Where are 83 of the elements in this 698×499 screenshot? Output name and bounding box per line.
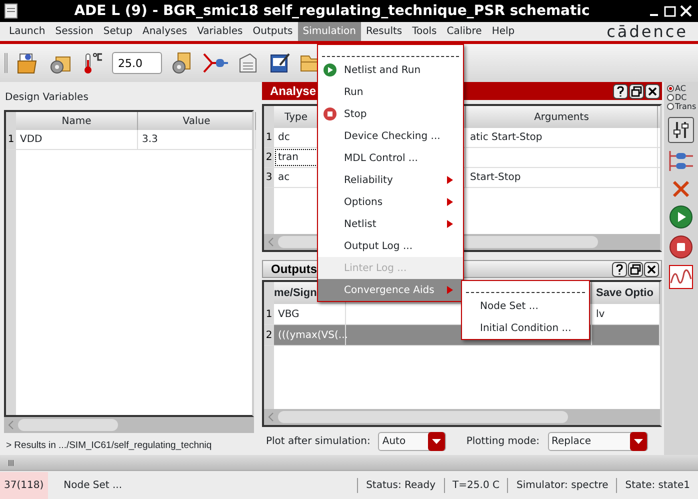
table-cell-text: 3.3 xyxy=(142,133,158,147)
row-header[interactable]: 1 xyxy=(6,130,16,149)
row-header[interactable]: 2 xyxy=(264,325,274,345)
connectors-icon[interactable] xyxy=(668,149,694,173)
menu-item[interactable]: Reliability xyxy=(318,169,463,191)
status-count: 37(118) xyxy=(0,472,48,498)
results-path: > Results in .../SIM_IC61/self_regulating_techniq xyxy=(5,438,213,453)
menu-item[interactable]: Run xyxy=(318,81,463,103)
menu-item[interactable]: Analyses xyxy=(137,22,192,41)
caret-icon xyxy=(630,432,647,450)
status-field: State: state1 xyxy=(616,478,698,492)
restore-icon[interactable] xyxy=(628,262,643,276)
column-header: Type xyxy=(284,110,308,124)
close-icon[interactable] xyxy=(644,262,659,276)
edit-document-icon[interactable] xyxy=(268,51,292,75)
menu-item[interactable]: Netlist and Run xyxy=(318,59,463,81)
menu-item[interactable]: Session xyxy=(50,22,98,41)
radio-button[interactable]: DC xyxy=(667,93,696,102)
table-cell[interactable]: VBG xyxy=(274,304,346,324)
sliders-icon[interactable] xyxy=(668,117,694,143)
status-field: Simulator: spectre xyxy=(507,478,616,492)
menu-item[interactable]: Variables xyxy=(192,22,248,41)
run-icon[interactable] xyxy=(669,205,693,229)
logo: cādence xyxy=(606,20,689,42)
delete-icon[interactable] xyxy=(671,179,691,199)
caret-icon xyxy=(428,432,446,450)
radio-button[interactable]: Trans xyxy=(667,102,696,111)
menu-item[interactable]: Netlist xyxy=(318,213,463,235)
panel-title: Design Variables xyxy=(4,91,90,105)
column-header: me/Sign xyxy=(274,286,317,301)
radio-button[interactable]: AC xyxy=(667,84,696,93)
menu-item[interactable]: Launch xyxy=(4,22,50,41)
help-icon[interactable] xyxy=(613,84,628,98)
table-cell-text: atic Start-Stop xyxy=(470,131,542,145)
stop-icon xyxy=(323,107,337,121)
field-label: Plotting mode: xyxy=(466,434,540,448)
menu-item[interactable]: Tools xyxy=(407,22,442,41)
table-cell-text: Start-Stop xyxy=(470,171,521,185)
help-icon[interactable] xyxy=(612,262,627,276)
row-header[interactable]: 1 xyxy=(264,304,274,324)
menu-item[interactable]: Stop xyxy=(318,103,463,125)
row-header[interactable]: 2 xyxy=(264,148,274,167)
menu-item[interactable]: Node Set ... xyxy=(462,295,589,317)
waveform-icon[interactable] xyxy=(669,265,693,289)
menu-item[interactable]: Setup xyxy=(98,22,138,41)
dropdown[interactable]: Replace xyxy=(548,432,648,450)
toolbar-grip xyxy=(4,51,8,75)
dock-title: Analyse xyxy=(269,83,316,100)
column-header: Name xyxy=(62,114,92,128)
table-cell-text: lv xyxy=(596,308,605,322)
app-icon xyxy=(4,3,18,19)
status-field: T=25.0 C xyxy=(444,478,508,492)
status-message: Node Set ... xyxy=(62,478,124,492)
menu-item[interactable]: Output Log ... xyxy=(318,235,463,257)
close-icon[interactable] xyxy=(645,84,660,98)
temperature-field[interactable]: 25.0 xyxy=(112,52,162,74)
table-cell-text: VDD xyxy=(20,133,42,147)
menu-item[interactable]: Device Checking ... xyxy=(318,125,463,147)
column-header: Save Optio xyxy=(596,286,654,301)
probe-icon[interactable] xyxy=(202,51,228,75)
menu-item[interactable]: Help xyxy=(486,22,520,41)
menu-item[interactable]: Results xyxy=(361,22,408,41)
scrollbar-thumb[interactable] xyxy=(278,411,568,423)
restore-icon[interactable] xyxy=(629,84,644,98)
column-header: Value xyxy=(182,114,210,128)
menu-item[interactable]: MDL Control ... xyxy=(318,147,463,169)
column-header: Arguments xyxy=(534,110,589,124)
status-field: Status: Ready xyxy=(357,478,444,492)
menu-item[interactable]: Outputs xyxy=(248,22,298,41)
run-icon xyxy=(323,63,337,77)
field-label: Plot after simulation: xyxy=(266,434,370,448)
splitter-grip[interactable] xyxy=(8,458,16,466)
dock-title: Outputs xyxy=(270,261,317,278)
menu-item[interactable]: Calibre xyxy=(442,22,487,41)
close-icon[interactable] xyxy=(678,3,694,19)
menu-item[interactable]: Initial Condition ... xyxy=(462,317,589,339)
dropdown[interactable]: Auto xyxy=(378,432,446,450)
row-header[interactable]: 3 xyxy=(264,168,274,187)
row-header[interactable]: 1 xyxy=(264,128,274,147)
menu-item[interactable]: Options xyxy=(318,191,463,213)
scrollbar-thumb[interactable] xyxy=(18,418,118,431)
window-title: ADE L (9) - BGR_smic18 self_regulating_technique_PSR schematic xyxy=(73,2,591,20)
stop-icon[interactable] xyxy=(669,235,693,259)
